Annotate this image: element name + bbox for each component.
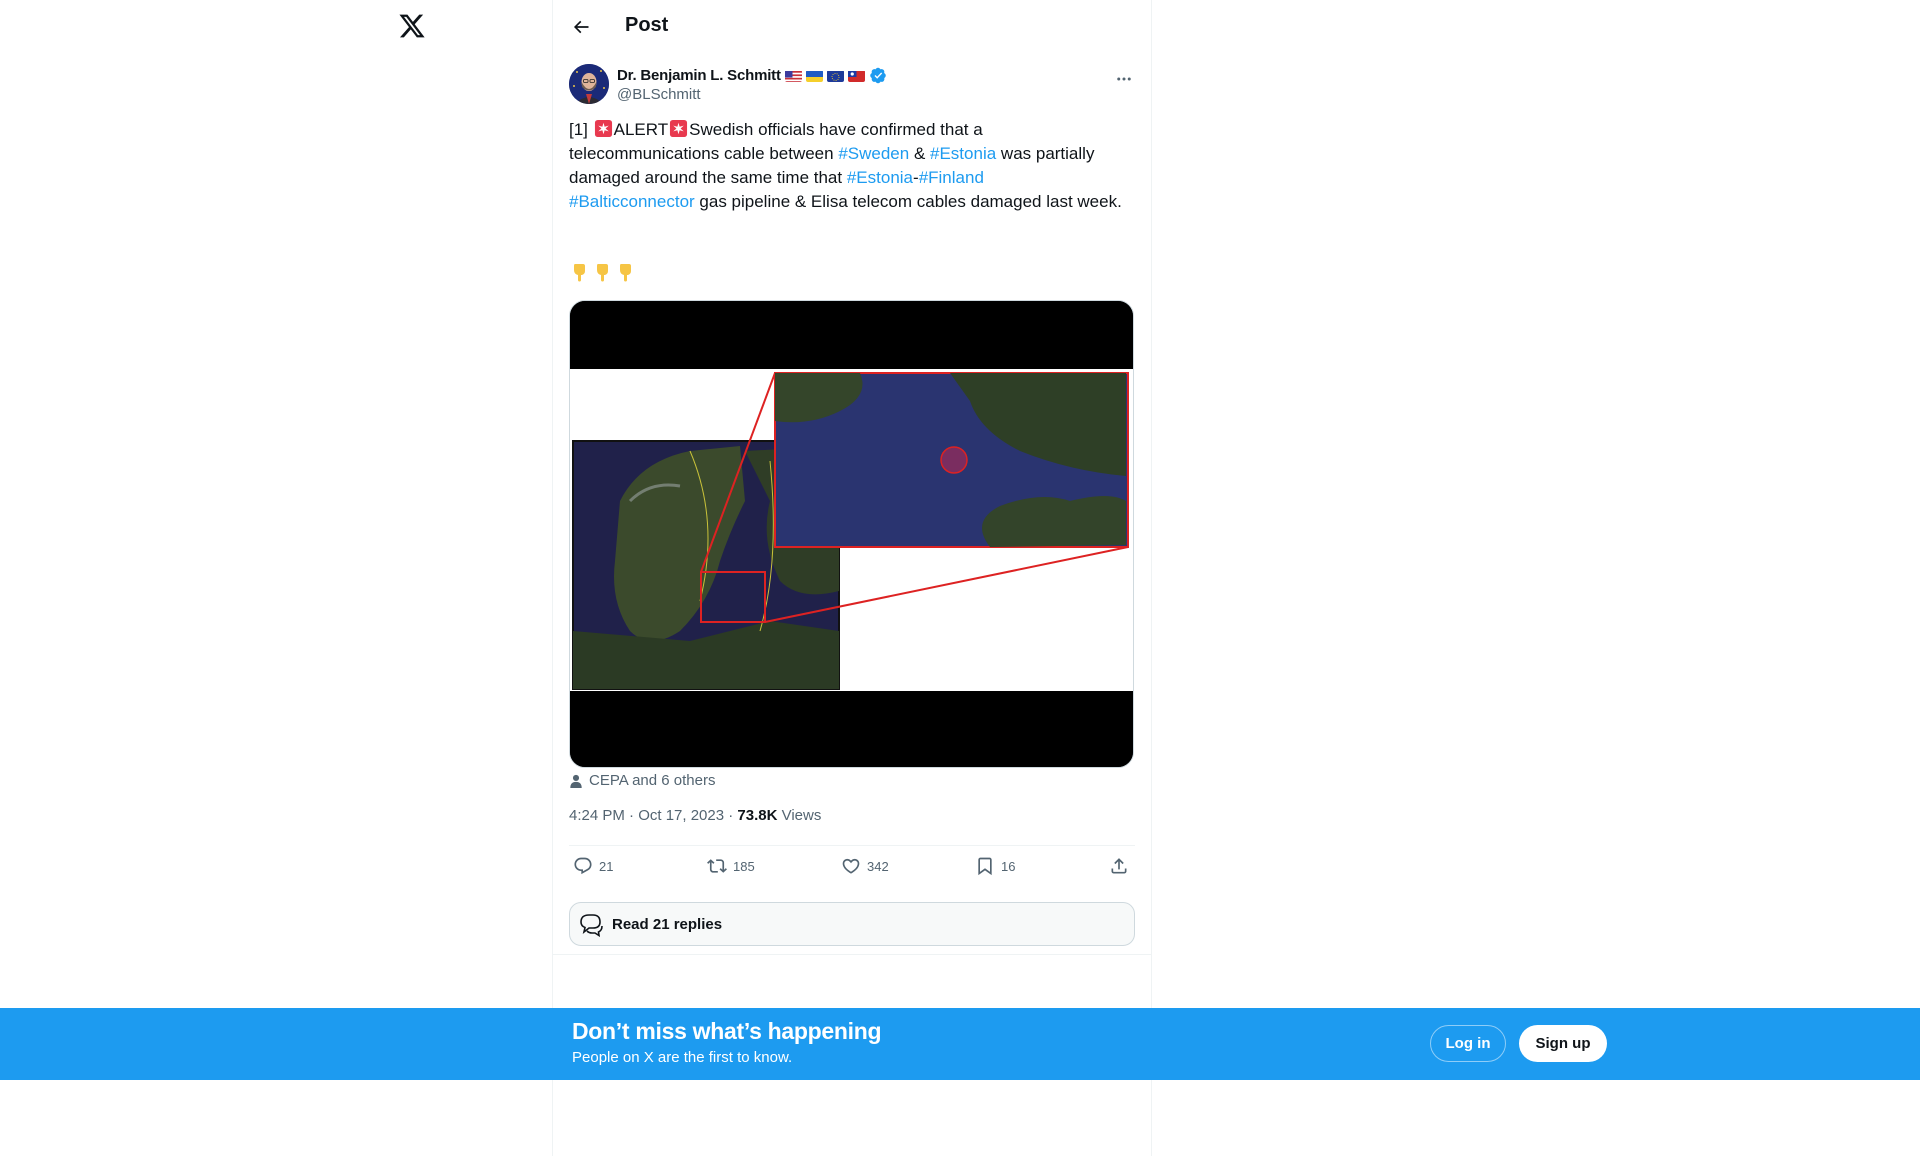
post-text: [1] ALERT Swedish officials have confirme… [569, 119, 1122, 211]
post-meta: 4:24 PM · Oct 17, 2023 · 73.8K Views [569, 807, 822, 824]
post-timestamp[interactable]: 4:24 PM · Oct 17, 2023 · [569, 807, 737, 824]
read-replies-button[interactable]: Read 21 replies [569, 902, 1135, 946]
more-horizontal-icon [1117, 77, 1131, 81]
login-button[interactable]: Log in [1430, 1025, 1506, 1062]
divider [553, 954, 1151, 955]
author-handle[interactable]: @BLSchmitt [617, 86, 701, 103]
hashtag-link[interactable]: #Estonia [930, 144, 996, 163]
eu-flag-icon [826, 70, 844, 82]
page-title: Post [625, 14, 669, 36]
us-flag-icon [784, 70, 802, 82]
back-button[interactable] [567, 13, 595, 41]
author-name[interactable]: Dr. Benjamin L. Schmitt [617, 67, 887, 84]
views-count: 73.8K [737, 807, 778, 824]
banner-subtitle: People on X are the first to know. [572, 1049, 793, 1066]
post-actions: 21 185 342 16 [569, 856, 1135, 884]
repost-button[interactable]: 185 [707, 856, 755, 876]
emoji-row [569, 262, 635, 282]
main-column: Post Dr. Benjamin L. Schmitt @BLSchmitt … [552, 0, 1152, 1156]
arrow-left-icon [573, 20, 589, 34]
backhand-index-pointing-down-icon [620, 264, 631, 282]
hashtag-link[interactable]: #Estonia [847, 168, 913, 187]
police-light-icon [594, 119, 613, 138]
heart-icon [842, 858, 860, 874]
backhand-index-pointing-down-icon [574, 264, 585, 282]
like-button[interactable]: 342 [841, 856, 889, 876]
hashtag-link[interactable]: #Balticconnector [569, 192, 695, 211]
reply-button[interactable]: 21 [573, 856, 613, 876]
bookmark-button[interactable]: 16 [975, 856, 1015, 876]
person-icon [570, 774, 582, 788]
verified-badge-icon [869, 67, 887, 84]
post-author: Dr. Benjamin L. Schmitt @BLSchmitt [569, 64, 1135, 106]
hashtag-link[interactable]: #Sweden [838, 144, 909, 163]
social-context[interactable]: CEPA and 6 others [569, 772, 715, 789]
ukraine-flag-icon [805, 70, 823, 82]
signup-banner: Don’t miss what’s happening People on X … [0, 1008, 1920, 1080]
reply-icon [574, 857, 592, 875]
page-header: Post [553, 0, 1151, 53]
more-options-button[interactable] [1113, 68, 1135, 90]
share-icon [1111, 858, 1127, 874]
bookmark-icon [978, 857, 992, 876]
backhand-index-pointing-down-icon [597, 264, 608, 282]
speech-bubbles-icon [580, 914, 603, 937]
police-light-icon [669, 119, 688, 138]
taiwan-flag-icon [847, 70, 865, 82]
repost-icon [707, 859, 727, 873]
divider [569, 845, 1135, 846]
share-button[interactable] [1109, 856, 1129, 876]
banner-title: Don’t miss what’s happening [572, 1018, 882, 1044]
avatar[interactable] [569, 64, 609, 104]
post-media-image[interactable] [569, 300, 1134, 768]
signup-button[interactable]: Sign up [1519, 1025, 1607, 1062]
x-logo-icon[interactable] [398, 12, 426, 40]
hashtag-link[interactable]: #Finland [919, 168, 984, 187]
